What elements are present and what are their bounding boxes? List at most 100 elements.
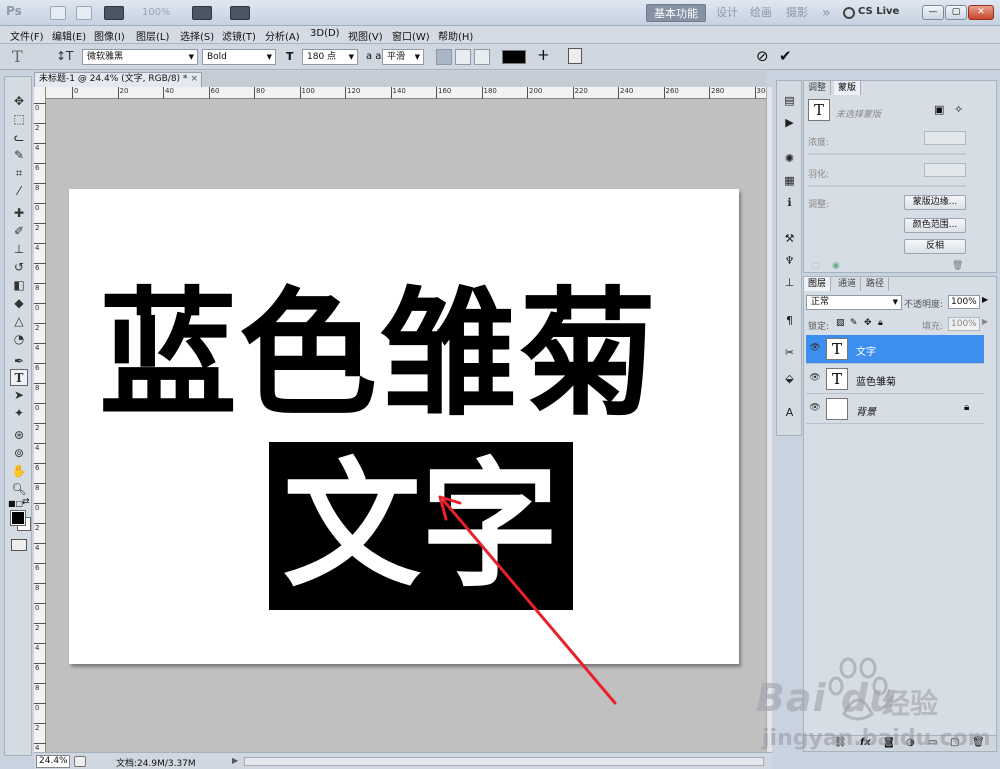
quick-selection-tool-icon[interactable]: ✎	[10, 147, 28, 164]
menu-image[interactable]: 图像(I)	[94, 28, 125, 43]
brush-presets-panel-icon[interactable]: ⚒	[781, 231, 798, 247]
swatches-panel-icon[interactable]: ▦	[781, 173, 798, 189]
antialias-select[interactable]: 平滑 ▼	[382, 49, 424, 65]
font-size-select[interactable]: 180 点 ▼	[302, 49, 358, 65]
healing-brush-tool-icon[interactable]: ✚	[10, 205, 28, 222]
eraser-tool-icon[interactable]: ◧	[10, 277, 28, 294]
menu-filter[interactable]: 滤镜(T)	[222, 28, 256, 43]
cs-live-button[interactable]: CS Live	[858, 6, 899, 17]
brush-tool-icon[interactable]: ✐	[10, 223, 28, 240]
layer-name[interactable]: 文字	[856, 343, 876, 358]
horizontal-scrollbar[interactable]	[244, 757, 764, 766]
more-workspaces-icon[interactable]: »	[816, 4, 837, 22]
lock-all-icon[interactable]: 🔒︎	[878, 318, 883, 328]
workspace-design-button[interactable]: 设计	[710, 4, 744, 22]
vector-mask-icon[interactable]: ✧	[954, 103, 963, 116]
eye-icon[interactable]: 👁︎	[808, 343, 822, 355]
menu-view[interactable]: 视图(V)	[348, 28, 383, 43]
menu-file[interactable]: 文件(F)	[10, 28, 44, 43]
eyedropper-tool-icon[interactable]: ⁄	[10, 183, 28, 200]
type-tool-preset-icon[interactable]: T	[12, 47, 23, 66]
type-tool-icon[interactable]: T	[10, 369, 28, 386]
foreground-color-swatch[interactable]	[10, 510, 26, 526]
density-field[interactable]	[924, 131, 966, 145]
layer-row-background[interactable]: 👁︎ 背景 🔒︎	[806, 395, 984, 424]
font-family-select[interactable]: 微软雅黑 ▼	[82, 49, 198, 65]
menu-window[interactable]: 窗口(W)	[392, 28, 430, 43]
layer-name[interactable]: 蓝色雏菊	[856, 373, 896, 388]
paragraph-panel-icon[interactable]: ¶	[781, 313, 798, 329]
status-arrow-icon[interactable]: ▶	[232, 756, 238, 765]
paint-bucket-tool-icon[interactable]: ◆	[10, 295, 28, 312]
pen-tool-icon[interactable]: ✒	[10, 353, 28, 370]
menu-3d[interactable]: 3D(D)	[310, 28, 340, 39]
marquee-tool-icon[interactable]: ⬚	[10, 111, 28, 128]
layer-comps-panel-icon[interactable]: ⬙	[781, 371, 798, 387]
color-panel-icon[interactable]: ✺	[781, 151, 798, 167]
opacity-field[interactable]: 100%	[948, 295, 980, 309]
layer-name[interactable]: 背景	[856, 403, 876, 418]
workspace-painting-button[interactable]: 绘画	[744, 4, 778, 22]
delete-mask-icon[interactable]: 🗑︎	[952, 261, 963, 271]
align-left-button[interactable]	[436, 49, 452, 65]
fill-slider-arrow-icon[interactable]: ▶	[982, 317, 988, 326]
quick-mask-icon[interactable]	[11, 539, 27, 551]
workspace-photography-button[interactable]: 摄影	[780, 4, 814, 22]
eye-icon[interactable]: 👁︎	[808, 403, 822, 415]
maximize-button[interactable]: ▢	[945, 5, 967, 20]
move-tool-icon[interactable]: ✥	[10, 93, 28, 110]
menu-analysis[interactable]: 分析(A)	[265, 28, 300, 43]
mini-bridge-icon[interactable]	[76, 6, 92, 20]
history-panel-icon[interactable]: ▤	[781, 93, 798, 109]
clone-source-panel-icon[interactable]: ♆	[781, 253, 798, 269]
tab-masks[interactable]: 蒙版	[834, 81, 862, 95]
eye-icon[interactable]: 👁︎	[808, 373, 822, 385]
lock-image-icon[interactable]: ✎	[850, 318, 858, 328]
clone-stamp-tool-icon[interactable]: ⊥	[10, 241, 28, 258]
3d-rotate-tool-icon[interactable]: ⊛	[10, 427, 28, 444]
crop-tool-icon[interactable]: ⌗	[10, 165, 28, 182]
invert-button[interactable]: 反相	[904, 239, 966, 254]
align-right-button[interactable]	[474, 49, 490, 65]
toggle-text-orientation-icon[interactable]: ↕T	[56, 49, 73, 63]
vertical-scrollbar[interactable]	[766, 87, 772, 752]
stamp-panel-icon[interactable]: ⊥	[781, 275, 798, 291]
bridge-icon[interactable]	[50, 6, 66, 20]
density-slider[interactable]	[808, 153, 966, 155]
pixel-mask-icon[interactable]: ▣	[934, 103, 944, 116]
load-selection-icon[interactable]: ◌	[812, 261, 820, 271]
tab-layers[interactable]: 图层	[804, 277, 832, 291]
shape-tool-icon[interactable]: ✦	[10, 405, 28, 422]
layer-row-text[interactable]: 👁︎ T 文字	[806, 335, 984, 364]
zoom-level-select[interactable]: 100%	[142, 7, 171, 18]
arrange-documents-icon[interactable]	[192, 6, 212, 20]
tab-paths[interactable]: 路径	[862, 277, 890, 291]
apply-mask-icon[interactable]: ◉	[832, 261, 840, 271]
close-button[interactable]: ✕	[968, 5, 994, 20]
document-tab[interactable]: 未标题-1 @ 24.4% (文字, RGB/8) * ×	[34, 72, 202, 87]
warp-text-icon[interactable]: ⵜ	[538, 48, 549, 64]
lock-transparency-icon[interactable]: ▧	[836, 318, 845, 328]
feather-slider[interactable]	[808, 185, 966, 187]
text-color-swatch[interactable]	[502, 50, 526, 64]
character-panel-icon[interactable]	[568, 48, 582, 64]
status-menu-icon[interactable]	[74, 756, 86, 767]
swap-colors-icon[interactable]: ⇄	[22, 497, 30, 507]
default-colors-icon[interactable]: ■□	[8, 499, 23, 508]
character-panel-icon[interactable]: A	[781, 405, 798, 421]
fill-field[interactable]: 100%	[948, 317, 980, 331]
menu-edit[interactable]: 编辑(E)	[52, 28, 86, 43]
info-panel-icon[interactable]: ℹ	[781, 195, 798, 211]
screen-mode-icon[interactable]	[230, 6, 250, 20]
view-extras-icon[interactable]	[104, 6, 124, 20]
lasso-tool-icon[interactable]: ᓚ	[10, 129, 28, 146]
cancel-edit-icon[interactable]: ⊘	[756, 47, 769, 65]
zoom-level-field[interactable]: 24.4%	[36, 755, 70, 768]
opacity-slider-arrow-icon[interactable]: ▶	[982, 295, 988, 304]
zoom-tool-icon[interactable]: 🔍︎	[10, 481, 28, 498]
color-range-button[interactable]: 颜色范围...	[904, 218, 966, 233]
menu-select[interactable]: 选择(S)	[180, 28, 214, 43]
commit-edit-icon[interactable]: ✔	[779, 47, 792, 65]
menu-layer[interactable]: 图层(L)	[136, 28, 169, 43]
dodge-tool-icon[interactable]: ◔	[10, 331, 28, 348]
